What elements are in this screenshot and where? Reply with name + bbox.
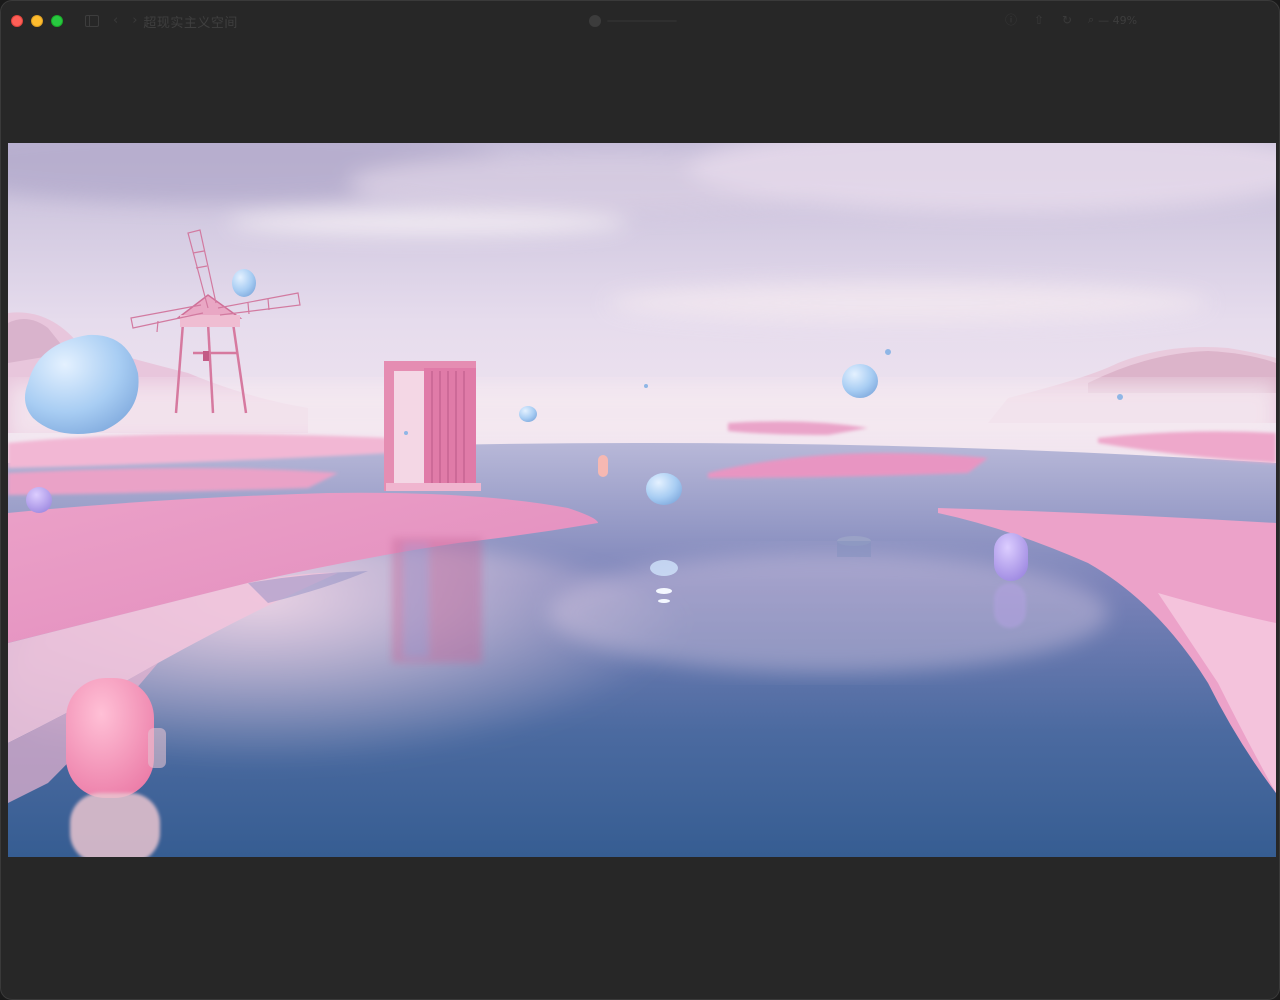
window-title: 超现实主义空间 xyxy=(143,15,238,31)
info-icon[interactable]: ⓘ xyxy=(1004,13,1018,27)
fullscreen-button[interactable] xyxy=(51,15,63,27)
zoom-control[interactable]: ⌕ — 49% xyxy=(1088,13,1137,27)
rotate-icon[interactable]: ↻ xyxy=(1060,13,1074,27)
door-shape xyxy=(384,361,481,491)
window-controls xyxy=(11,15,63,27)
image-viewer-window: ‹ › 超现实主义空间 ⓘ ⇧ ↻ ⌕ — 49% xyxy=(0,0,1280,1000)
image-canvas[interactable] xyxy=(8,143,1276,857)
toolbar-divider xyxy=(607,20,677,22)
surreal-landscape-image xyxy=(8,143,1276,857)
sidebar-icon[interactable] xyxy=(85,15,99,27)
minimize-button[interactable] xyxy=(31,15,43,27)
close-button[interactable] xyxy=(11,15,23,27)
magnifier-icon: ⌕ xyxy=(1088,13,1095,26)
toolbar-center xyxy=(589,15,677,27)
chevron-left-icon[interactable]: ‹ xyxy=(113,14,118,27)
markup-icon[interactable] xyxy=(589,15,601,27)
toolbar-right: ⓘ ⇧ ↻ ⌕ — 49% xyxy=(1004,13,1137,27)
chevron-right-icon[interactable]: › xyxy=(132,14,137,27)
zoom-label: — 49% xyxy=(1098,13,1138,27)
title-bar[interactable]: ‹ › 超现实主义空间 ⓘ ⇧ ↻ ⌕ — 49% xyxy=(1,1,1279,41)
toolbar-left: ‹ › xyxy=(85,14,137,27)
share-icon[interactable]: ⇧ xyxy=(1032,13,1046,27)
